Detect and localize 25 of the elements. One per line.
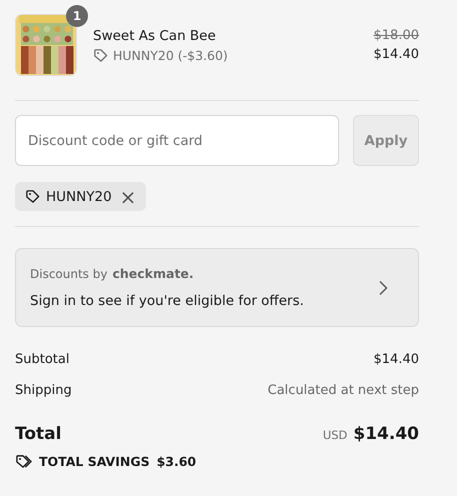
- offers-message: Sign in to see if you're eligible for offers.: [30, 293, 305, 309]
- savings-amount: $3.60: [156, 454, 196, 469]
- total-label: Total: [15, 424, 62, 444]
- total-amount: $14.40: [353, 424, 419, 444]
- brand-name: checkmate.: [112, 266, 194, 281]
- remove-button[interactable]: ×: [118, 186, 138, 206]
- chevron-icon: [378, 280, 388, 296]
- original-price: $18.00: [374, 28, 419, 43]
- product-name: Sweet As Can Bee: [93, 28, 217, 44]
- summary-value: Calculated at next step: [268, 383, 419, 398]
- savings-label: TOTAL SAVINGS: [39, 454, 150, 469]
- discount-field[interactable]: Discount code or gift card: [15, 115, 339, 166]
- currency-label: USD: [322, 428, 348, 442]
- discount-label: HUNNY20 (-$3.60): [113, 48, 228, 62]
- price: $14.40: [374, 47, 419, 62]
- offers-card[interactable]: Discounts by checkmate. Sign in to see if you're eligible for offers.: [15, 248, 419, 327]
- tag-icon: [25, 189, 40, 204]
- tag-icon: [93, 48, 108, 62]
- summary-label: Subtotal: [15, 352, 70, 367]
- summary-value: $14.40: [374, 352, 419, 367]
- tags-icon: [15, 454, 32, 469]
- quantity-badge: 1: [66, 5, 88, 27]
- offers-label: Discounts by: [30, 267, 108, 281]
- summary-label: Shipping: [15, 383, 72, 398]
- discount-code: HUNNY20: [46, 188, 112, 204]
